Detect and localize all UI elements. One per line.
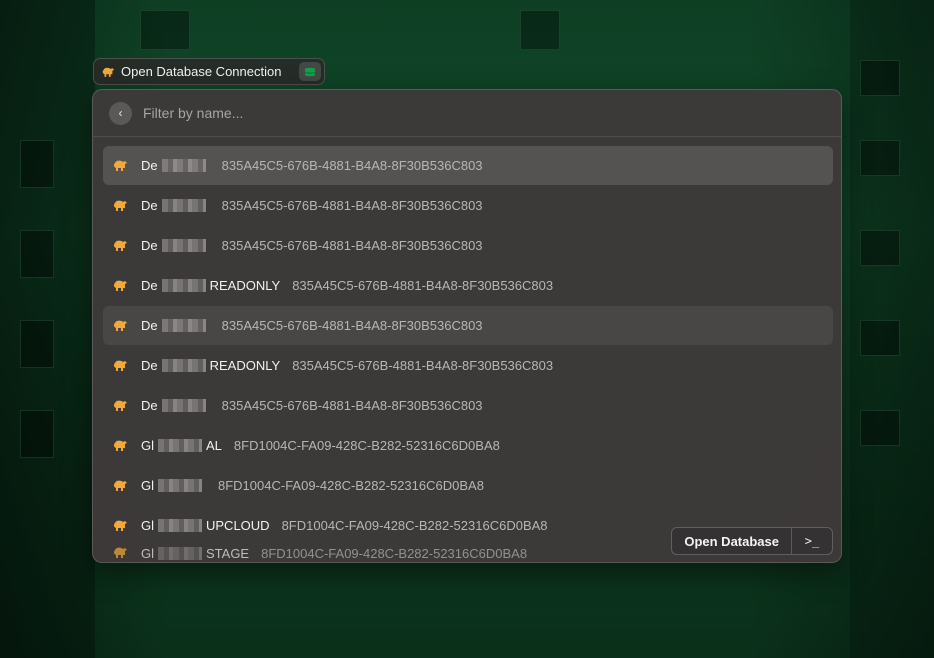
connection-name-prefix: Gl xyxy=(141,478,154,493)
elephant-icon xyxy=(113,520,127,531)
redacted-text xyxy=(161,279,206,292)
connection-name-prefix: De xyxy=(141,238,158,253)
connection-name-prefix: De xyxy=(141,398,158,413)
redacted-text xyxy=(158,547,202,560)
connection-name-prefix: De xyxy=(141,358,158,373)
connection-uuid: 835A45C5-676B-4881-B4A8-8F30B536C803 xyxy=(292,278,554,293)
connection-uuid: 835A45C5-676B-4881-B4A8-8F30B536C803 xyxy=(221,238,483,253)
connection-uuid: 835A45C5-676B-4881-B4A8-8F30B536C803 xyxy=(221,398,483,413)
connection-row[interactable]: Gl AL 8FD1004C-FA09-428C-B282-52316C6D0BA8 xyxy=(103,426,833,465)
redacted-text xyxy=(158,519,202,532)
connection-name: De READONLY xyxy=(141,278,280,293)
connection-name: Gl STAGE xyxy=(141,546,249,560)
redacted-text xyxy=(161,399,206,412)
back-button[interactable]: ‹ xyxy=(109,101,132,125)
database-button[interactable] xyxy=(299,62,321,81)
database-icon xyxy=(304,67,316,76)
connection-row[interactable]: De 835A45C5-676B-4881-B4A8-8F30B536C803 xyxy=(103,386,833,425)
elephant-icon xyxy=(113,160,127,171)
connection-name-prefix: Gl xyxy=(141,518,154,533)
connection-row[interactable]: De READONLY 835A45C5-676B-4881-B4A8-8F30B5… xyxy=(103,346,833,385)
connection-uuid: 835A45C5-676B-4881-B4A8-8F30B536C803 xyxy=(221,198,483,213)
connection-name-prefix: De xyxy=(141,278,158,293)
chevron-left-icon: ‹ xyxy=(118,106,123,120)
connection-uuid: 835A45C5-676B-4881-B4A8-8F30B536C803 xyxy=(221,318,483,333)
connection-name: De xyxy=(141,158,210,173)
redacted-text xyxy=(161,239,206,252)
connection-name: De READONLY xyxy=(141,358,280,373)
connection-row[interactable]: De 835A45C5-676B-4881-B4A8-8F30B536C803 xyxy=(103,226,833,265)
search-input[interactable] xyxy=(143,105,743,121)
connection-name: Gl xyxy=(141,478,206,493)
elephant-icon xyxy=(113,360,127,371)
connection-row[interactable]: De 835A45C5-676B-4881-B4A8-8F30B536C803 xyxy=(103,306,833,345)
database-picker-panel: ‹ De 835A45C5-676B-4881-B4A8-8F30B536C803… xyxy=(92,89,842,563)
connection-name-prefix: Gl xyxy=(141,438,154,453)
connection-pill[interactable]: Open Database Connection xyxy=(93,58,325,85)
connection-name: Gl UPCLOUD xyxy=(141,518,270,533)
connection-row[interactable]: De 835A45C5-676B-4881-B4A8-8F30B536C803 xyxy=(103,146,833,185)
connection-name: De xyxy=(141,398,210,413)
connection-name-suffix: STAGE xyxy=(206,546,250,560)
action-bar: Open Database >_ xyxy=(671,527,833,555)
open-database-button[interactable]: Open Database xyxy=(672,528,792,554)
connection-list: De 835A45C5-676B-4881-B4A8-8F30B536C803 De… xyxy=(103,146,833,561)
connection-name-suffix: AL xyxy=(206,438,222,453)
connection-uuid: 835A45C5-676B-4881-B4A8-8F30B536C803 xyxy=(292,358,554,373)
connection-name: Gl AL xyxy=(141,438,222,453)
elephant-icon xyxy=(113,240,127,251)
connection-row[interactable]: De READONLY 835A45C5-676B-4881-B4A8-8F30B5… xyxy=(103,266,833,305)
connection-uuid: 8FD1004C-FA09-428C-B282-52316C6D0BA8 xyxy=(261,546,528,560)
connection-uuid: 8FD1004C-FA09-428C-B282-52316C6D0BA8 xyxy=(218,478,484,493)
search-row: ‹ xyxy=(93,90,841,137)
redacted-text xyxy=(161,319,206,332)
connection-name-suffix: UPCLOUD xyxy=(206,518,270,533)
connection-name: De xyxy=(141,238,210,253)
connection-uuid: 8FD1004C-FA09-428C-B282-52316C6D0BA8 xyxy=(281,518,548,533)
terminal-button[interactable]: >_ xyxy=(792,528,832,554)
connection-name-prefix: De xyxy=(141,318,158,333)
elephant-icon xyxy=(102,67,115,77)
connection-name-suffix: READONLY xyxy=(209,278,281,293)
connection-name: De xyxy=(141,198,210,213)
redacted-text xyxy=(161,359,206,372)
terminal-icon: >_ xyxy=(804,534,820,548)
pill-title: Open Database Connection xyxy=(121,64,282,79)
connection-row[interactable]: De 835A45C5-676B-4881-B4A8-8F30B536C803 xyxy=(103,186,833,225)
elephant-icon xyxy=(113,480,127,491)
elephant-icon xyxy=(113,200,127,211)
elephant-icon xyxy=(113,400,127,411)
elephant-icon xyxy=(113,547,127,558)
connection-row[interactable]: Gl 8FD1004C-FA09-428C-B282-52316C6D0BA8 xyxy=(103,466,833,505)
connection-uuid: 8FD1004C-FA09-428C-B282-52316C6D0BA8 xyxy=(233,438,500,453)
redacted-text xyxy=(158,439,202,452)
elephant-icon xyxy=(113,320,127,331)
connection-name-prefix: Gl xyxy=(141,546,154,560)
connection-name-suffix: READONLY xyxy=(209,358,281,373)
connection-name: De xyxy=(141,318,210,333)
elephant-icon xyxy=(113,280,127,291)
connection-name-prefix: De xyxy=(141,198,158,213)
redacted-text xyxy=(161,199,206,212)
connection-uuid: 835A45C5-676B-4881-B4A8-8F30B536C803 xyxy=(221,158,483,173)
elephant-icon xyxy=(113,440,127,451)
connection-name-prefix: De xyxy=(141,158,158,173)
redacted-text xyxy=(161,159,206,172)
redacted-text xyxy=(158,479,202,492)
